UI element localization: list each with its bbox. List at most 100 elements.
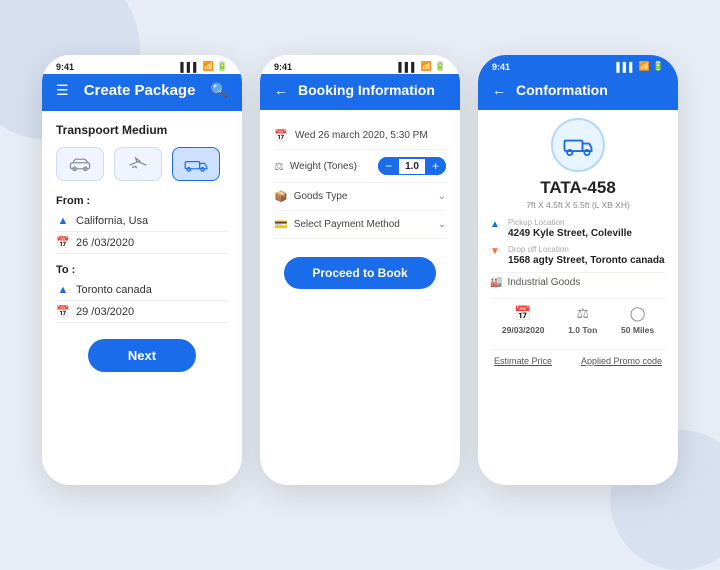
transport-truck[interactable] bbox=[172, 147, 220, 181]
stat-weight-icon: ⚖ bbox=[576, 305, 589, 322]
estimate-price-link[interactable]: Estimate Price bbox=[494, 356, 552, 366]
weight-row: ⚖ Weight (Tones) − 1.0 + bbox=[274, 150, 446, 183]
dropoff-label: Drop off Location bbox=[508, 245, 665, 254]
right-body: TATA-458 7ft X 4.5ft X 5.5ft (L XB XH) ▲… bbox=[478, 110, 678, 374]
search-icon[interactable]: 🔍 bbox=[211, 82, 228, 99]
to-location-value: Toronto canada bbox=[76, 284, 152, 296]
weight-icon: ⚖ bbox=[274, 160, 284, 173]
transport-label: Transpoort Medium bbox=[56, 123, 228, 137]
mid-time: 9:41 bbox=[274, 62, 292, 72]
right-header: ← Conformation bbox=[478, 74, 678, 110]
payment-left: 💳 Select Payment Method bbox=[274, 218, 400, 231]
payment-row[interactable]: 💳 Select Payment Method ⌄ bbox=[274, 211, 446, 239]
datetime-value: Wed 26 march 2020, 5:30 PM bbox=[295, 130, 428, 141]
datetime-icon: 📅 bbox=[274, 129, 288, 142]
mid-status-icons: ▌▌▌ 📶 🔋 bbox=[398, 61, 446, 72]
truck-icon bbox=[184, 155, 208, 173]
to-location-row: ▲ Toronto canada bbox=[56, 280, 228, 301]
weight-control: − 1.0 + bbox=[378, 157, 446, 175]
car-icon bbox=[68, 155, 92, 173]
vehicle-name: TATA-458 bbox=[490, 178, 666, 198]
menu-icon[interactable]: ☰ bbox=[56, 82, 69, 99]
truck-circle bbox=[551, 118, 605, 172]
mid-back-button[interactable]: ← bbox=[274, 82, 288, 98]
stat-distance: ◯ 50 Miles bbox=[621, 305, 654, 335]
stat-weight: ⚖ 1.0 Ton bbox=[568, 305, 597, 335]
proceed-button[interactable]: Proceed to Book bbox=[284, 257, 435, 289]
to-location-icon: ▲ bbox=[56, 284, 70, 296]
location-icon: ▲ bbox=[56, 215, 70, 227]
mid-phone: 9:41 ▌▌▌ 📶 🔋 ← Booking Information 📅 Wed… bbox=[260, 55, 460, 485]
dropoff-value: 1568 agty Street, Toronto canada bbox=[508, 255, 665, 266]
right-header-title: Conformation bbox=[516, 82, 608, 98]
goods-type-left: 📦 Goods Type bbox=[274, 190, 347, 203]
right-back-button[interactable]: ← bbox=[492, 82, 506, 98]
to-label: To : bbox=[56, 264, 228, 276]
next-button[interactable]: Next bbox=[88, 339, 196, 372]
from-location-row: ▲ California, Usa bbox=[56, 211, 228, 232]
goods-icon: 📦 bbox=[274, 190, 288, 203]
to-date-value: 29 /03/2020 bbox=[76, 306, 134, 318]
left-header: ☰ Create Package 🔍 bbox=[42, 74, 242, 111]
goods-row: 🏭 Industrial Goods bbox=[490, 272, 666, 292]
stat-weight-value: 1.0 Ton bbox=[568, 325, 597, 335]
goods-chevron-icon: ⌄ bbox=[438, 191, 446, 202]
to-group: To : ▲ Toronto canada 📅 29 /03/2020 bbox=[56, 264, 228, 323]
payment-chevron-icon: ⌄ bbox=[438, 219, 446, 230]
transport-plane[interactable] bbox=[114, 147, 162, 181]
bottom-row: Estimate Price Applied Promo code bbox=[490, 349, 666, 366]
datetime-row: 📅 Wed 26 march 2020, 5:30 PM bbox=[274, 122, 446, 150]
truck-circle-icon bbox=[563, 134, 593, 156]
from-group: From : ▲ California, Usa 📅 26 /03/2020 bbox=[56, 195, 228, 254]
calendar-icon: 📅 bbox=[56, 236, 70, 249]
promo-code-link[interactable]: Applied Promo code bbox=[581, 356, 662, 366]
mid-body: 📅 Wed 26 march 2020, 5:30 PM ⚖ Weight (T… bbox=[260, 110, 460, 301]
pickup-icon: ▲ bbox=[490, 219, 502, 230]
from-date-row: 📅 26 /03/2020 bbox=[56, 232, 228, 254]
stat-date: 📅 29/03/2020 bbox=[502, 305, 545, 335]
to-date-row: 📅 29 /03/2020 bbox=[56, 301, 228, 323]
left-status-icons: ▌▌▌ 📶 🔋 bbox=[180, 61, 228, 72]
left-status-bar: 9:41 ▌▌▌ 📶 🔋 bbox=[42, 55, 242, 74]
pickup-row: ▲ Pickup Location 4249 Kyle Street, Cole… bbox=[490, 218, 666, 239]
mid-status-bar: 9:41 ▌▌▌ 📶 🔋 bbox=[260, 55, 460, 74]
payment-label: Select Payment Method bbox=[294, 219, 400, 230]
vehicle-dims: 7ft X 4.5ft X 5.5ft (L XB XH) bbox=[490, 200, 666, 210]
weight-decrease[interactable]: − bbox=[378, 157, 399, 175]
left-time: 9:41 bbox=[56, 62, 74, 72]
dropoff-row: ▼ Drop off Location 1568 agty Street, To… bbox=[490, 245, 666, 266]
goods-type-row[interactable]: 📦 Goods Type ⌄ bbox=[274, 183, 446, 211]
from-date-value: 26 /03/2020 bbox=[76, 237, 134, 249]
transport-options bbox=[56, 147, 228, 181]
mid-header-title: Booking Information bbox=[298, 82, 435, 98]
plane-icon bbox=[126, 155, 150, 173]
pickup-value: 4249 Kyle Street, Coleville bbox=[508, 228, 632, 239]
goods-type-icon: 🏭 bbox=[490, 277, 502, 288]
left-phone: 9:41 ▌▌▌ 📶 🔋 ☰ Create Package 🔍 Transpoo… bbox=[42, 55, 242, 485]
dropoff-icon: ▼ bbox=[490, 246, 502, 257]
from-location-value: California, Usa bbox=[76, 215, 148, 227]
stats-row: 📅 29/03/2020 ⚖ 1.0 Ton ◯ 50 Miles bbox=[490, 298, 666, 341]
left-header-title: Create Package bbox=[84, 82, 196, 99]
pickup-label: Pickup Location bbox=[508, 218, 632, 227]
stat-distance-value: 50 Miles bbox=[621, 325, 654, 335]
to-calendar-icon: 📅 bbox=[56, 305, 70, 318]
weight-value: 1.0 bbox=[399, 159, 425, 174]
stat-distance-icon: ◯ bbox=[630, 305, 646, 322]
payment-icon: 💳 bbox=[274, 218, 288, 231]
weight-increase[interactable]: + bbox=[425, 157, 446, 175]
right-status-bar: 9:41 ▌▌▌ 📶 🔋 bbox=[478, 55, 678, 74]
right-status-icons: ▌▌▌ 📶 🔋 bbox=[616, 61, 664, 72]
from-label: From : bbox=[56, 195, 228, 207]
right-time: 9:41 bbox=[492, 62, 510, 72]
weight-label: ⚖ Weight (Tones) bbox=[274, 160, 357, 173]
pickup-content: Pickup Location 4249 Kyle Street, Colevi… bbox=[508, 218, 632, 239]
dropoff-content: Drop off Location 1568 agty Street, Toro… bbox=[508, 245, 665, 266]
stat-date-icon: 📅 bbox=[514, 305, 531, 322]
right-phone: 9:41 ▌▌▌ 📶 🔋 ← Conformation TATA-458 7ft… bbox=[478, 55, 678, 485]
goods-type-value: Industrial Goods bbox=[507, 277, 580, 288]
transport-car[interactable] bbox=[56, 147, 104, 181]
stat-date-value: 29/03/2020 bbox=[502, 325, 545, 335]
goods-type-label: Goods Type bbox=[294, 191, 348, 202]
left-body: Transpoort Medium bbox=[42, 111, 242, 384]
